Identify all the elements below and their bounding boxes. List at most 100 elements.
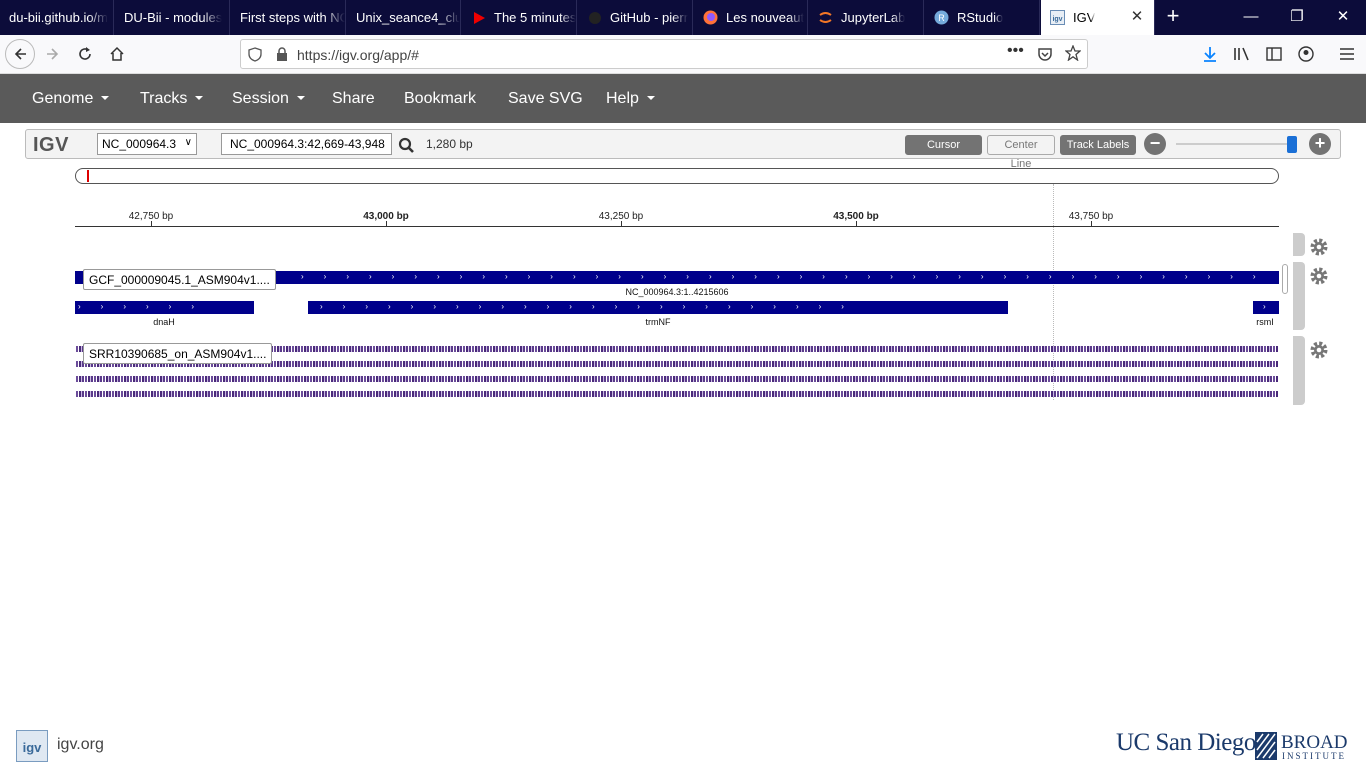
alignment-track-scrollbar[interactable] [1293, 336, 1305, 405]
gear-icon[interactable] [1309, 266, 1329, 286]
sidebar-icon[interactable] [1264, 44, 1284, 64]
igv-logo: IGV [33, 134, 69, 156]
alignment-track-label[interactable]: SRR10390685_on_ASM904v1.... [83, 343, 273, 364]
tab-jupyterlab[interactable]: JupyterLab [809, 0, 924, 35]
annotation-track-drag-handle[interactable] [1282, 264, 1288, 294]
ruler-tick-label: 43,000 bp [363, 211, 409, 222]
browser-tab-strip: du-bii.github.io/m DU-Bii - modules Firs… [0, 0, 1366, 35]
ucsd-logo[interactable]: UC San Diego [1116, 729, 1256, 757]
gene-feature[interactable]: ›››››› [75, 301, 254, 314]
maximize-icon[interactable]: ❐ [1274, 0, 1320, 35]
chromosome-select[interactable]: NC_000964.3 ∨ [97, 133, 197, 155]
ruler-tick-label: 43,750 bp [1068, 211, 1114, 222]
menu-save-svg[interactable]: Save SVG [508, 74, 583, 123]
tab-title: IGV [1073, 10, 1096, 25]
menu-help[interactable]: Help [606, 74, 655, 123]
ideogram-position-marker [87, 170, 89, 182]
igv-icon: igv [1050, 10, 1065, 25]
track-labels-button[interactable]: Track Labels [1060, 135, 1136, 155]
caret-down-icon [646, 96, 655, 100]
svg-text:R: R [938, 13, 945, 23]
back-icon[interactable] [5, 39, 35, 69]
library-icon[interactable] [1232, 44, 1252, 64]
tab-igv[interactable]: igv IGV ✕ [1041, 0, 1155, 35]
annotation-track-label[interactable]: GCF_000009045.1_ASM904v1.... [83, 269, 276, 290]
url-text: https://igv.org/app/# [297, 47, 419, 63]
jupyter-icon [818, 10, 833, 25]
igv-navbar: IGV NC_000964.3 ∨ NC_000964.3:42,669-43,9… [25, 129, 1341, 170]
lock-icon[interactable] [276, 47, 288, 67]
tab-title: du-bii.github.io/m [9, 10, 108, 25]
tab-du-bii-modules[interactable]: DU-Bii - modules [115, 0, 230, 35]
caret-down-icon [296, 96, 305, 100]
minimize-icon[interactable]: — [1228, 0, 1274, 35]
cursor-guide-button[interactable]: Cursor Guide [905, 135, 982, 170]
gear-icon[interactable] [1309, 237, 1329, 257]
search-icon[interactable] [398, 137, 416, 155]
gear-icon[interactable] [1309, 340, 1329, 360]
tab-du-bii-github[interactable]: du-bii.github.io/m [0, 0, 114, 35]
chevron-down-icon: ∨ [184, 137, 192, 148]
url-bar[interactable]: https://igv.org/app/# ••• [240, 39, 1088, 69]
shield-icon[interactable] [248, 47, 262, 67]
zoom-out-icon[interactable]: − [1144, 133, 1166, 155]
read-row[interactable] [76, 391, 1278, 397]
tab-title: JupyterLab [841, 10, 906, 25]
broad-line2: INSTITUTE [1282, 751, 1346, 761]
pocket-icon[interactable] [1037, 46, 1053, 67]
download-icon[interactable] [1200, 44, 1220, 64]
zoom-slider[interactable] [1176, 143, 1294, 145]
bookmark-star-icon[interactable] [1064, 44, 1082, 66]
close-window-icon[interactable]: ✕ [1320, 0, 1366, 35]
footer-site-link[interactable]: igv.org [57, 736, 104, 754]
new-tab-button[interactable]: + [1160, 4, 1186, 30]
menu-session[interactable]: Session [232, 74, 305, 123]
svg-text:igv: igv [23, 740, 43, 755]
center-line-button[interactable]: Center Line [987, 135, 1055, 170]
reload-icon[interactable] [70, 39, 100, 69]
account-icon[interactable] [1296, 44, 1316, 64]
zoom-in-icon[interactable]: + [1309, 133, 1331, 155]
tab-title: RStudio [957, 10, 1004, 25]
ruler-tick-label: 43,500 bp [833, 211, 879, 222]
menu-tracks[interactable]: Tracks [140, 74, 204, 123]
menu-bookmark[interactable]: Bookmark [404, 74, 476, 123]
tab-firefox-news[interactable]: Les nouveaut [694, 0, 808, 35]
menu-genome[interactable]: Genome [32, 74, 110, 123]
cursor-guide-line [1053, 184, 1054, 400]
tab-first-steps[interactable]: First steps with NG [231, 0, 346, 35]
ruler-track-scrollbar[interactable] [1293, 233, 1305, 256]
youtube-icon [471, 10, 486, 25]
tab-unix-seance[interactable]: Unix_seance4_clu [347, 0, 461, 35]
tab-youtube[interactable]: The 5 minutes [462, 0, 577, 35]
ruler-tick-label: 42,750 bp [128, 211, 174, 222]
menu-tracks-label: Tracks [140, 90, 188, 107]
close-tab-icon[interactable]: ✕ [1129, 9, 1145, 25]
forward-icon[interactable] [38, 39, 68, 69]
zoom-slider-thumb[interactable] [1287, 136, 1297, 153]
read-row[interactable] [76, 376, 1278, 382]
tab-title: GitHub - pierr [610, 10, 689, 25]
caret-down-icon [195, 96, 204, 100]
annotation-track-scrollbar[interactable] [1293, 262, 1305, 330]
gene-feature[interactable]: ›››››››››››››››››››››››› [308, 301, 1008, 314]
gene-label: trmNF [645, 317, 671, 327]
tab-title: DU-Bii - modules [124, 10, 223, 25]
browser-toolbar: https://igv.org/app/# ••• [0, 35, 1366, 74]
tab-github[interactable]: GitHub - pierr [578, 0, 693, 35]
rstudio-icon: R [934, 10, 949, 25]
firefox-icon [703, 10, 718, 25]
hamburger-menu-icon[interactable] [1337, 44, 1357, 64]
chromosome-ideogram[interactable] [75, 168, 1279, 184]
home-icon[interactable] [102, 39, 132, 69]
tab-rstudio[interactable]: R RStudio [925, 0, 1040, 35]
gene-feature[interactable]: › [1253, 301, 1279, 314]
igv-footer-logo[interactable]: igv [16, 730, 48, 762]
menu-share[interactable]: Share [332, 74, 375, 123]
page-actions-icon[interactable]: ••• [1007, 42, 1024, 60]
tab-title: The 5 minutes [494, 10, 576, 25]
ruler-axis [75, 226, 1279, 227]
broad-institute-logo[interactable]: BROAD INSTITUTE [1255, 732, 1350, 761]
locus-input[interactable]: NC_000964.3:42,669-43,948 [221, 133, 392, 155]
chromosome-value: NC_000964.3 [102, 137, 177, 151]
